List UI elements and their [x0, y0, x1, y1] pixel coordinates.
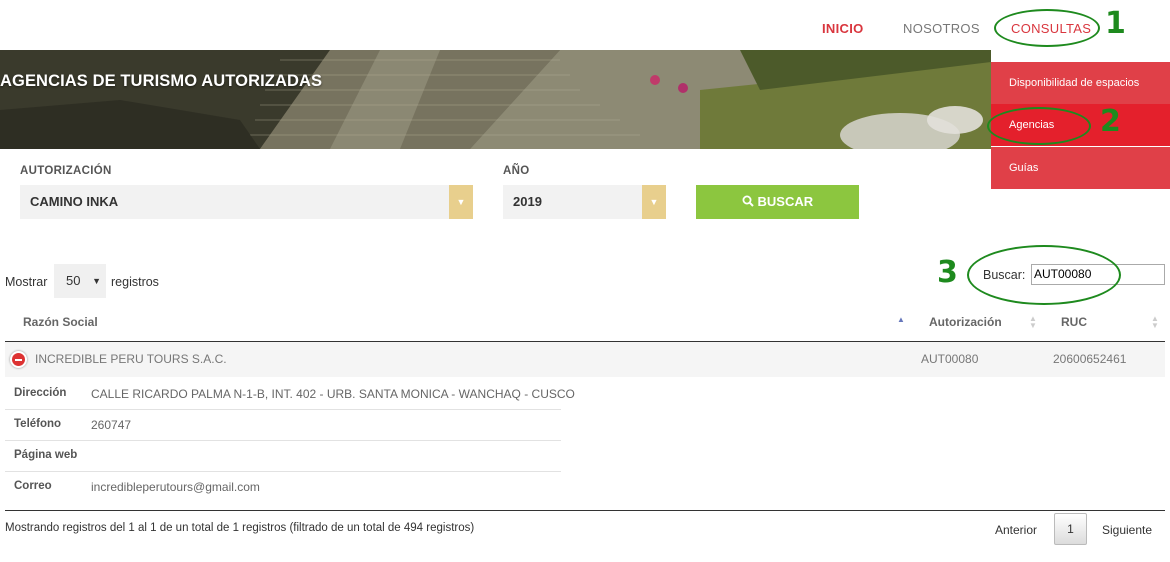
detail-value-telefono: 260747 [91, 418, 132, 432]
pagination-current-page[interactable]: 1 [1054, 513, 1087, 545]
header-autorizacion[interactable]: Autorización [929, 315, 1002, 329]
page-length-select[interactable]: 50 ▼ [54, 264, 106, 298]
detail-divider [5, 409, 561, 410]
cell-razon-social: INCREDIBLE PERU TOURS S.A.C. [35, 352, 227, 366]
detail-key-pagina-web: Página web [14, 449, 78, 461]
page-length-value: 50 [66, 273, 81, 288]
autorizacion-select[interactable]: CAMINO INKA ▼ [20, 185, 473, 219]
annotation-number-1: 1 [1105, 6, 1126, 41]
cell-autorizacion: AUT00080 [921, 352, 979, 366]
detail-value-direccion: CALLE RICARDO PALMA N-1-B, INT. 402 - UR… [91, 387, 575, 401]
pagination-siguiente[interactable]: Siguiente [1102, 523, 1152, 537]
search-icon [742, 195, 754, 207]
caret-down-icon: ▼ [92, 276, 101, 286]
nav-inicio-link[interactable]: INICIO [822, 21, 864, 36]
nav-nosotros-link[interactable]: NOSOTROS [903, 21, 980, 36]
autorizacion-label: AUTORIZACIÓN [20, 165, 112, 177]
detail-key-telefono: Teléfono [14, 418, 62, 430]
dropdown-item-disponibilidad[interactable]: Disponibilidad de espacios [991, 62, 1170, 104]
detail-value-correo: incredibleperutours@gmail.com [91, 480, 260, 494]
buscar-button-label: BUSCAR [757, 194, 814, 209]
table-row[interactable]: INCREDIBLE PERU TOURS S.A.C. AUT00080 20… [5, 342, 1165, 377]
detail-key-correo: Correo [14, 480, 52, 492]
annotation-ellipse-agencias [987, 107, 1091, 145]
annotation-number-3: 3 [937, 255, 958, 290]
annotation-ellipse-buscar [967, 245, 1121, 305]
chevron-down-icon: ▼ [449, 185, 473, 219]
dropdown-item-guias[interactable]: Guías [991, 147, 1170, 189]
anio-select[interactable]: 2019 ▼ [503, 185, 666, 219]
detail-divider [5, 471, 561, 472]
mostrar-label: Mostrar [5, 275, 48, 289]
detail-key-direccion: Dirección [14, 387, 67, 399]
header-ruc[interactable]: RUC [1061, 315, 1087, 329]
chevron-down-icon: ▼ [642, 185, 666, 219]
registros-label: registros [111, 275, 159, 289]
page-banner: AGENCIAS DE TURISMO AUTORIZADAS [0, 50, 991, 149]
sort-icon: ▲ ▼ [1029, 314, 1037, 330]
collapse-row-icon[interactable] [10, 351, 27, 368]
page-title: AGENCIAS DE TURISMO AUTORIZADAS [0, 72, 323, 90]
autorizacion-selected-value: CAMINO INKA [30, 194, 119, 209]
anio-selected-value: 2019 [513, 194, 542, 209]
sort-icon: ▲ ▼ [1151, 314, 1159, 330]
anio-label: AÑO [503, 165, 530, 177]
table-bottom-divider [5, 510, 1165, 511]
header-razon-social[interactable]: Razón Social [23, 315, 98, 329]
sort-asc-icon: ▲ [897, 315, 905, 324]
table-info-text: Mostrando registros del 1 al 1 de un tot… [5, 522, 475, 534]
pagination-anterior[interactable]: Anterior [995, 523, 1037, 537]
annotation-number-2: 2 [1100, 104, 1121, 139]
banner-image [0, 50, 991, 149]
buscar-button[interactable]: BUSCAR [696, 185, 859, 219]
annotation-ellipse-consultas [994, 9, 1100, 47]
cell-ruc: 20600652461 [1053, 352, 1127, 366]
detail-divider [5, 440, 561, 441]
